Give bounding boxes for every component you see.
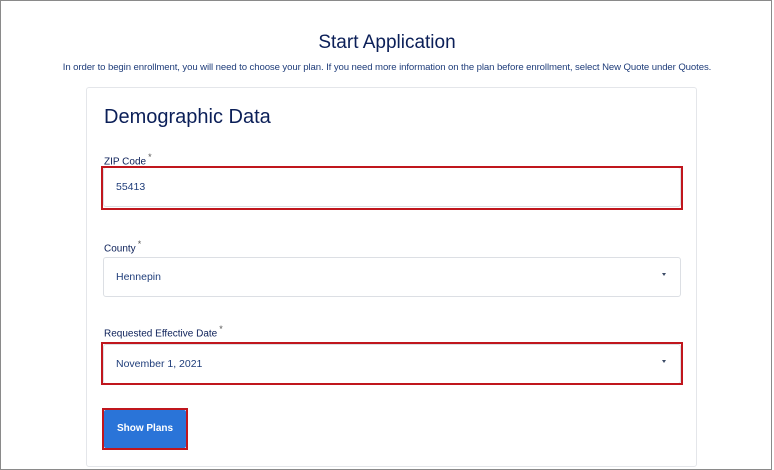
county-label: County * <box>104 239 141 254</box>
show-plans-button[interactable]: Show Plans <box>104 410 186 448</box>
required-marker: * <box>219 324 223 334</box>
effective-date-select[interactable]: November 1, 2021 <box>103 344 681 384</box>
county-value: Hennepin <box>116 271 161 283</box>
zip-code-label-text: ZIP Code <box>104 156 147 168</box>
zip-code-value: 55413 <box>116 181 146 193</box>
effective-date-value: November 1, 2021 <box>116 358 203 370</box>
effective-date-label: Requested Effective Date * <box>104 324 223 339</box>
zip-code-label: ZIP Code * <box>104 152 152 167</box>
zip-code-input[interactable]: 55413 <box>103 167 681 207</box>
page-description: In order to begin enrollment, you will n… <box>62 62 712 73</box>
effective-date-label-text: Requested Effective Date <box>104 328 218 340</box>
required-marker: * <box>148 152 152 162</box>
county-select[interactable]: Hennepin <box>103 257 681 297</box>
card-title: Demographic Data <box>104 106 271 128</box>
county-label-text: County <box>104 243 136 255</box>
page-title: Start Application <box>318 32 456 53</box>
chevron-down-icon <box>662 360 666 363</box>
required-marker: * <box>137 239 142 249</box>
chevron-down-icon <box>662 273 666 276</box>
